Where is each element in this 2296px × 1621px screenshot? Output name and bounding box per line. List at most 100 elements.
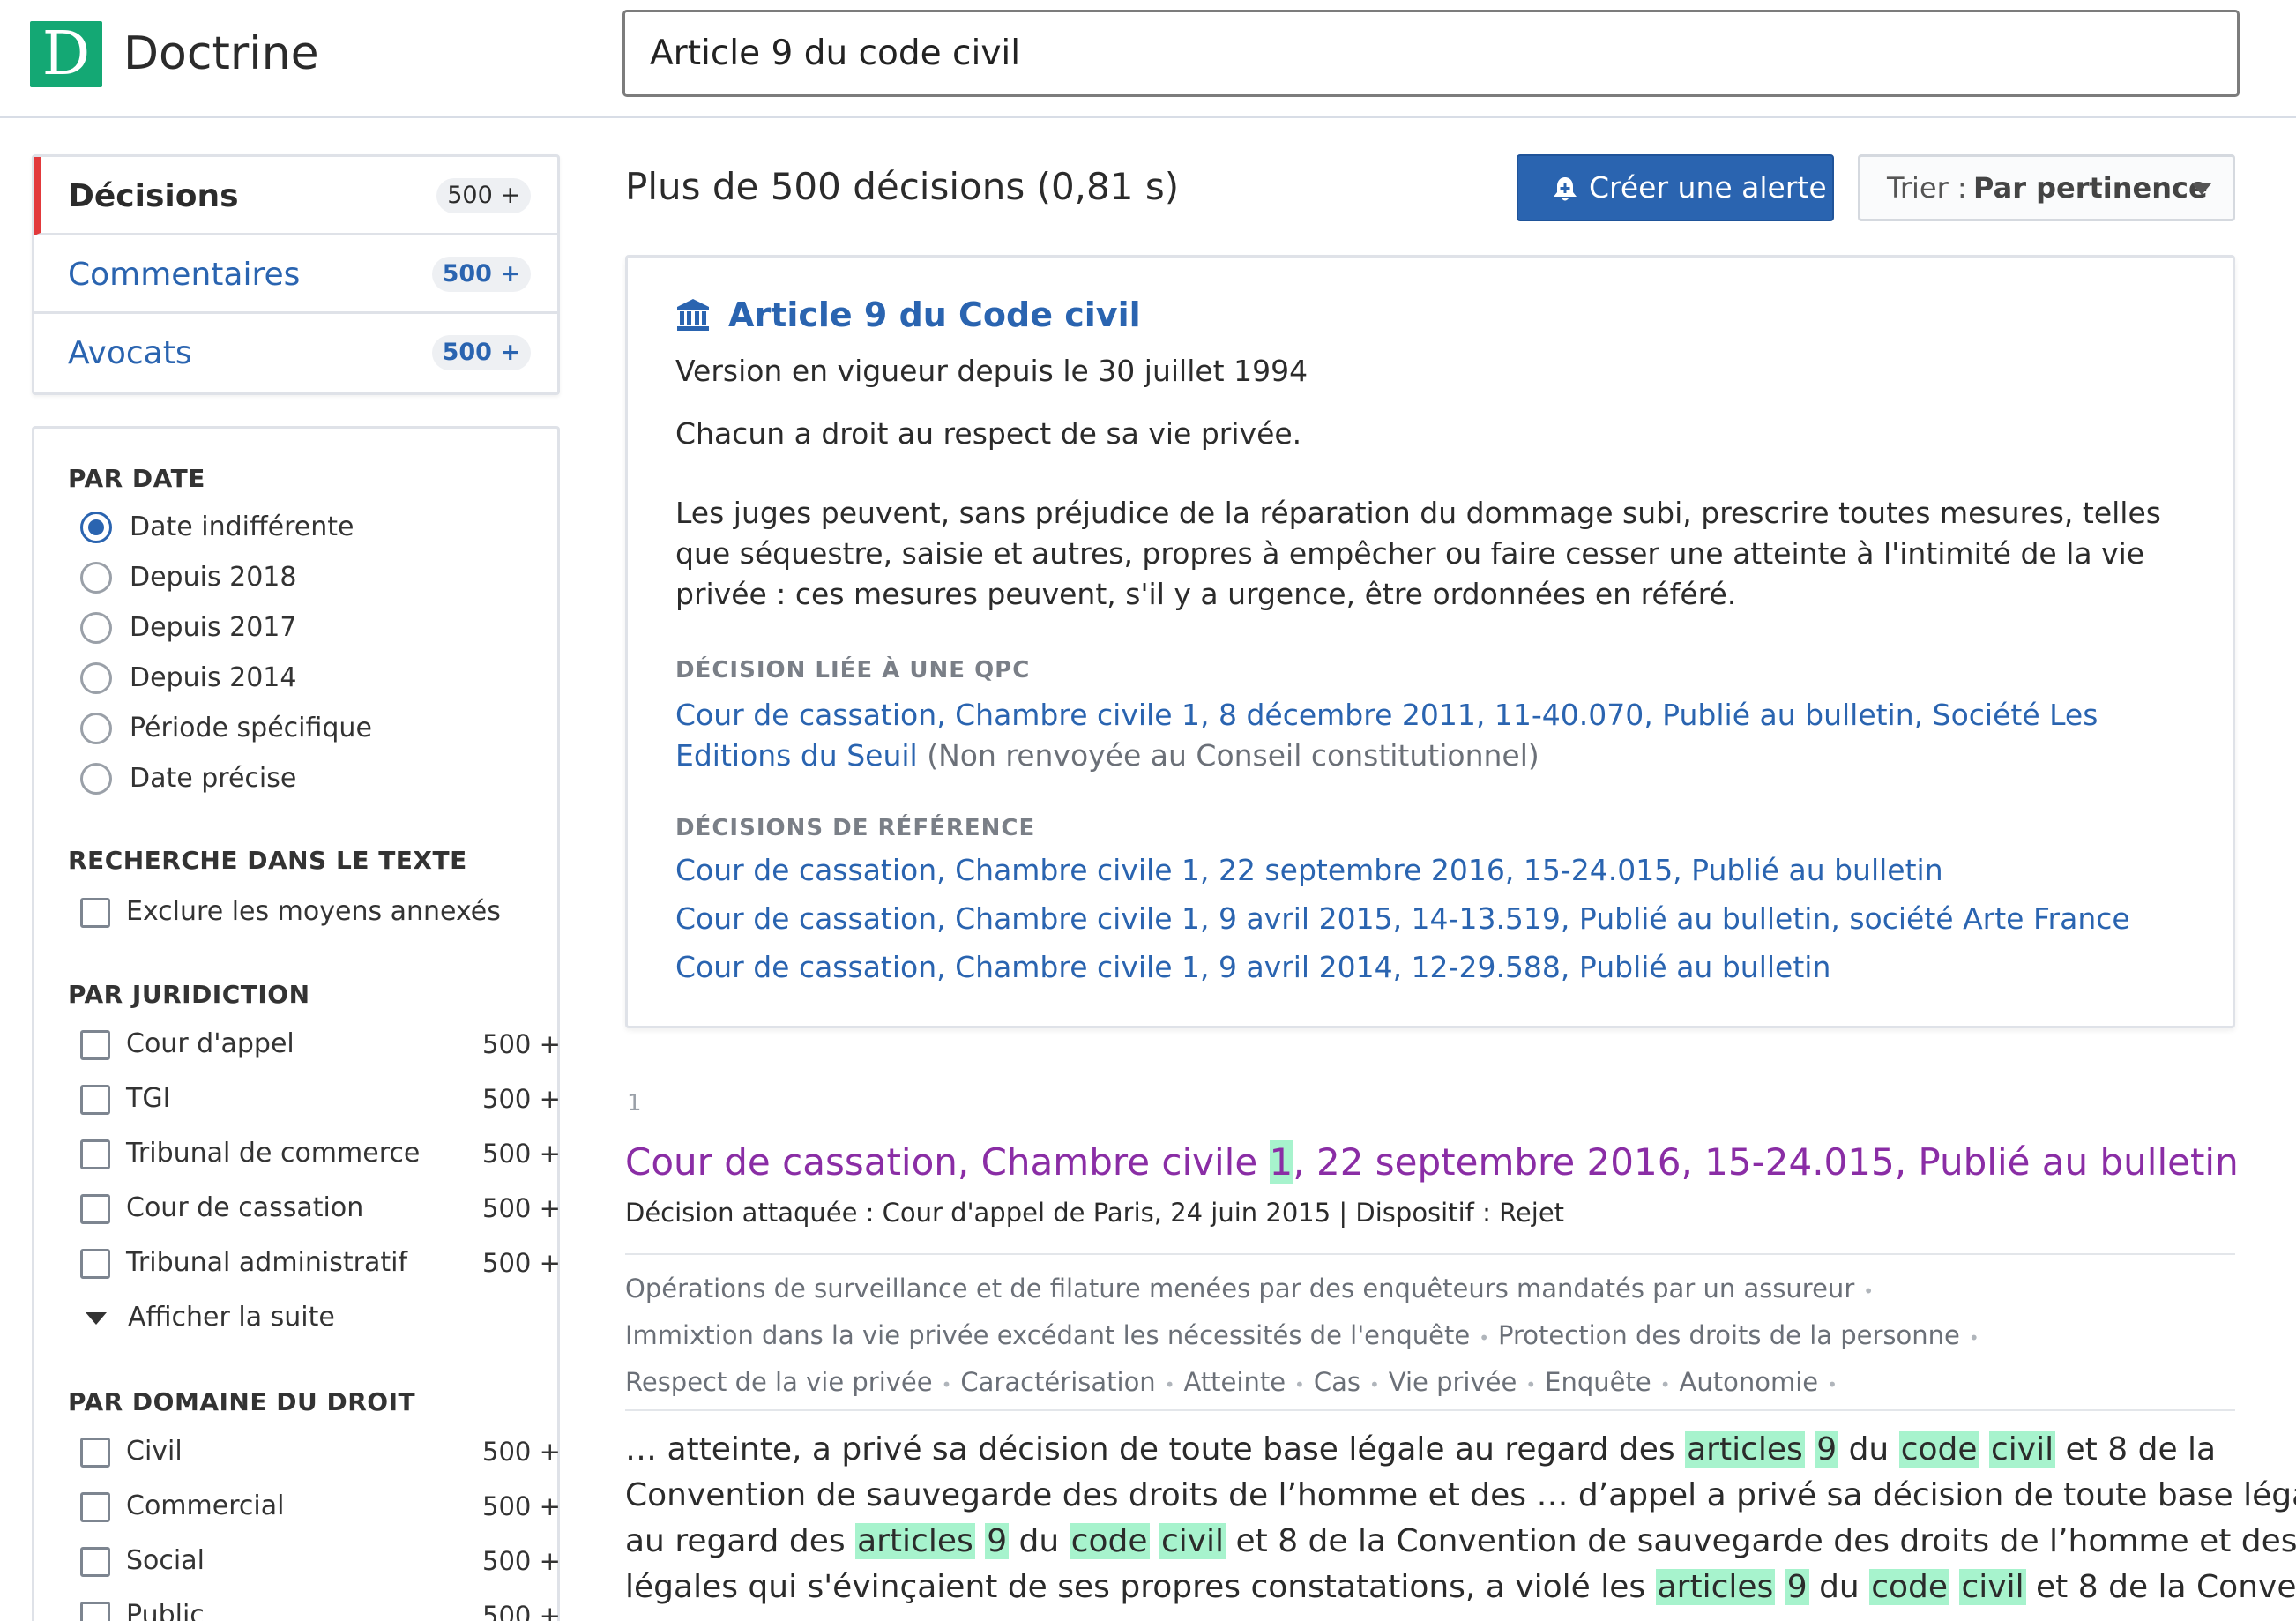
sort-prefix: Trier : xyxy=(1887,171,1967,205)
checkbox[interactable] xyxy=(80,1085,110,1115)
excerpt-text: et 8 de la xyxy=(2055,1431,2217,1468)
excerpt-line: légales qui s'évinçaient de ses propres … xyxy=(625,1565,2296,1610)
checkbox-label: Exclure les moyens annexés xyxy=(126,896,501,927)
excerpt-text: … atteinte, a privé sa décision de toute… xyxy=(625,1431,1686,1468)
results-count-title: Plus de 500 décisions (0,81 s) xyxy=(625,165,1180,208)
excerpt-text xyxy=(1979,1431,1989,1468)
search-term-highlight: 9 xyxy=(1815,1431,1839,1468)
excerpt-text: du xyxy=(1838,1431,1899,1468)
caret-down-icon xyxy=(2192,183,2211,195)
radio-label: Date indifférente xyxy=(130,512,354,542)
separator-dot: • xyxy=(1368,1374,1380,1395)
sort-value: Par pertinence xyxy=(1973,171,2208,205)
radio-button[interactable] xyxy=(80,662,112,694)
keyword-tag[interactable]: Atteinte xyxy=(1183,1367,1286,1397)
checkbox[interactable] xyxy=(80,1438,110,1468)
keyword-tag[interactable]: Vie privée xyxy=(1389,1367,1517,1397)
checkbox-label: Civil xyxy=(126,1436,183,1467)
keyword-tag[interactable]: Opérations de surveillance et de filatur… xyxy=(625,1274,1854,1304)
keyword-tag[interactable]: Respect de la vie privée xyxy=(625,1367,933,1397)
checkbox-label: Tribunal de commerce xyxy=(126,1138,421,1169)
excerpt-line: au regard des articles 9 du code civil e… xyxy=(625,1519,2296,1565)
search-term-highlight: 9 xyxy=(1785,1569,1809,1605)
filter-count: 500 + xyxy=(482,1029,561,1059)
tab-count-badge: 500 + xyxy=(431,335,531,370)
divider xyxy=(625,1409,2235,1411)
excerpt-text xyxy=(1775,1569,1785,1605)
tab-avocats[interactable]: Avocats 500 + xyxy=(34,314,557,392)
excerpt-line: Convention de sauvegarde des droits de l… xyxy=(625,1473,2296,1519)
checkbox[interactable] xyxy=(80,1030,110,1060)
keyword-tag[interactable]: Immixtion dans la vie privée excédant le… xyxy=(625,1320,1470,1350)
separator-dot: • xyxy=(1968,1327,1979,1348)
reference-decision-link[interactable]: Cour de cassation, Chambre civile 1, 22 … xyxy=(675,850,1943,891)
qpc-note: (Non renvoyée au Conseil constitutionnel… xyxy=(927,738,1539,773)
keyword-tag[interactable]: Protection des droits de la personne xyxy=(1498,1320,1960,1350)
checkbox[interactable] xyxy=(80,1249,110,1279)
checkbox-label: Cour de cassation xyxy=(126,1192,364,1223)
result-type-tabs: Décisions 500 + Commentaires 500 + Avoca… xyxy=(32,154,560,395)
logo-letter: D xyxy=(41,19,91,89)
institution-icon xyxy=(677,299,709,331)
filter-count: 500 + xyxy=(482,1601,561,1621)
checkbox[interactable] xyxy=(80,1602,110,1621)
keyword-tag[interactable]: Autonomie xyxy=(1679,1367,1818,1397)
tab-decisions[interactable]: Décisions 500 + xyxy=(34,157,557,235)
checkbox[interactable] xyxy=(80,1194,110,1224)
checkbox[interactable] xyxy=(80,1139,110,1169)
doctrine-logo[interactable]: D xyxy=(30,19,102,89)
tab-commentaires[interactable]: Commentaires 500 + xyxy=(34,235,557,314)
filter-count: 500 + xyxy=(482,1437,561,1467)
filter-count: 500 + xyxy=(482,1139,561,1169)
excerpt-line: … atteinte, a privé sa décision de toute… xyxy=(625,1427,2239,1473)
keyword-tag[interactable]: Enquête xyxy=(1545,1367,1651,1397)
radio-label: Depuis 2017 xyxy=(130,612,297,643)
search-term-highlight: code xyxy=(1898,1431,1979,1468)
brand-name[interactable]: Doctrine xyxy=(123,23,319,85)
checkbox-label: Cour d'appel xyxy=(126,1028,294,1059)
excerpt-text xyxy=(975,1523,985,1559)
radio-button[interactable] xyxy=(80,612,112,644)
radio-label: Date précise xyxy=(130,763,297,794)
checkbox-label: Tribunal administratif xyxy=(126,1247,408,1278)
reference-decision-link[interactable]: Cour de cassation, Chambre civile 1, 9 a… xyxy=(675,947,1830,988)
search-term-highlight: articles xyxy=(855,1523,975,1559)
keyword-tag[interactable]: Cas xyxy=(1314,1367,1360,1397)
checkbox-label: Public xyxy=(126,1600,205,1621)
excerpt-text: du xyxy=(1009,1523,1070,1559)
radio-button[interactable] xyxy=(80,763,112,795)
radio-button[interactable] xyxy=(80,562,112,594)
search-term-highlight: code xyxy=(1069,1523,1150,1559)
radio-label: Depuis 2014 xyxy=(130,662,297,693)
filter-count: 500 + xyxy=(482,1084,561,1114)
result-title-highlight: 1 xyxy=(1269,1140,1293,1184)
result-index: 1 xyxy=(627,1090,642,1117)
filter-title-texte: RECHERCHE DANS LE TEXTE xyxy=(68,846,467,875)
search-input[interactable] xyxy=(622,10,2240,97)
excerpt-text xyxy=(1949,1569,1959,1605)
top-header: D Doctrine xyxy=(0,0,2296,118)
filter-count: 500 + xyxy=(482,1491,561,1521)
keyword-tag[interactable]: Caractérisation xyxy=(960,1367,1155,1397)
reference-decision-link[interactable]: Cour de cassation, Chambre civile 1, 9 a… xyxy=(675,899,2130,939)
checkbox[interactable] xyxy=(80,1547,110,1577)
radio-button-selected[interactable] xyxy=(80,512,112,543)
divider xyxy=(625,1253,2235,1255)
tag-line: Opérations de surveillance et de filatur… xyxy=(625,1266,2235,1313)
separator-dot: • xyxy=(1863,1281,1875,1302)
tag-line: Respect de la vie privée • Caractérisation… xyxy=(625,1360,2235,1407)
article-paragraph-1: Chacun a droit au respect de sa vie priv… xyxy=(675,416,1302,451)
create-alert-button[interactable]: Créer une alerte xyxy=(1517,154,1834,221)
tab-count-badge: 500 + xyxy=(436,178,531,213)
sort-dropdown[interactable]: Trier : Par pertinence xyxy=(1858,154,2235,221)
separator-dot: • xyxy=(1164,1374,1175,1395)
excerpt-text: et 8 de la Convention xyxy=(2036,1569,2296,1605)
checkbox[interactable] xyxy=(80,898,110,928)
radio-button[interactable] xyxy=(80,713,112,744)
result-title-link[interactable]: Cour de cassation, Chambre civile 1, 22 … xyxy=(625,1136,2239,1189)
search-term-highlight: civil xyxy=(1159,1523,1226,1559)
checkbox[interactable] xyxy=(80,1492,110,1522)
filter-count: 500 + xyxy=(482,1248,561,1278)
article-title-link[interactable]: Article 9 du Code civil xyxy=(728,289,1141,340)
tab-label: Commentaires xyxy=(68,257,301,293)
